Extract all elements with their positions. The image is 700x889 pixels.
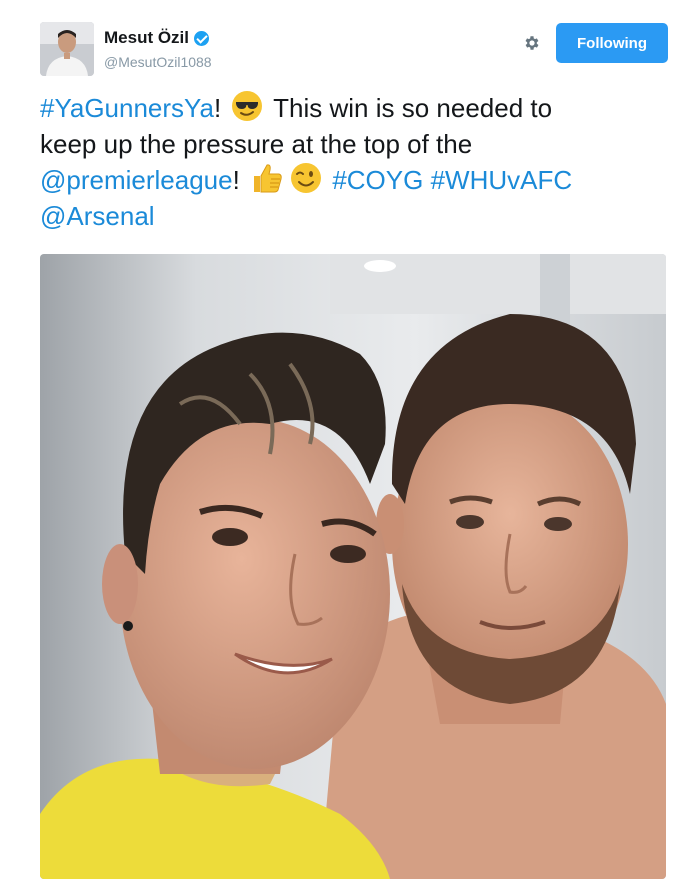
- hashtag-coyg[interactable]: #COYG: [332, 165, 423, 195]
- tweet-text-fragment: This win is so needed to: [266, 93, 553, 123]
- name-row: Mesut Özil: [104, 28, 210, 48]
- tweet-line-1: #YaGunnersYa! This win is so needed to: [40, 90, 670, 126]
- selfie-photo-illustration: [40, 254, 666, 879]
- tweet-line-2: keep up the pressure at the top of the: [40, 129, 473, 159]
- verified-badge-icon: [194, 30, 210, 46]
- tweet-card: Mesut Özil @MesutOzil1088 Following #YaG…: [0, 0, 700, 889]
- tweet-line-4: @Arsenal: [40, 198, 670, 234]
- sunglasses-face-emoji: [232, 91, 263, 121]
- tweet-photo[interactable]: [40, 254, 666, 879]
- mention-premierleague[interactable]: @premierleague: [40, 165, 233, 195]
- mention-arsenal[interactable]: @Arsenal: [40, 201, 155, 231]
- winking-face-emoji: [291, 163, 322, 193]
- display-name[interactable]: Mesut Özil: [104, 28, 189, 48]
- user-handle[interactable]: @MesutOzil1088: [104, 54, 212, 70]
- tweet-text-fragment: !: [232, 165, 240, 195]
- tweet-text-fragment: !: [213, 93, 222, 123]
- gear-icon[interactable]: [523, 34, 541, 52]
- avatar[interactable]: [40, 22, 94, 76]
- tweet-line-3: @premierleague! #COYG #WHUvAFC: [40, 162, 670, 198]
- hashtag-yagunnersya[interactable]: #YaGunnersYa: [40, 93, 214, 123]
- following-button[interactable]: Following: [556, 23, 668, 63]
- hashtag-whuvafc[interactable]: #WHUvAFC: [431, 165, 573, 195]
- tweet-text: #YaGunnersYa! This win is so needed to k…: [40, 90, 670, 234]
- thumbs-up-emoji: [254, 164, 282, 193]
